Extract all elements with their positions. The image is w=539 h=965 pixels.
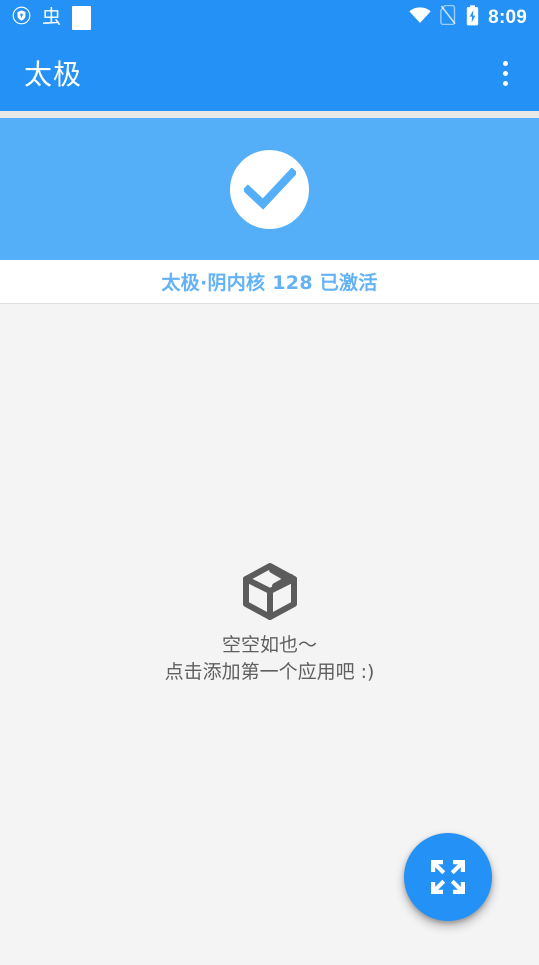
activation-status-label[interactable]: 太极·阴内核 128 已激活 xyxy=(0,260,539,304)
shield-security-icon xyxy=(12,6,31,30)
wifi-icon xyxy=(409,6,431,29)
status-bar: 虫 8:09 xyxy=(0,0,539,35)
empty-state-line-2: 点击添加第一个应用吧 :) xyxy=(164,661,375,683)
overflow-dot xyxy=(502,70,508,76)
empty-state: 空空如也～ 点击添加第一个应用吧 :) xyxy=(0,560,539,686)
status-bar-clock: 8:09 xyxy=(488,7,527,28)
add-app-fab[interactable] xyxy=(404,833,492,921)
bug-icon: 虫 xyxy=(42,6,62,28)
appbar-divider xyxy=(0,111,539,118)
overflow-menu-button[interactable] xyxy=(493,51,517,95)
status-bar-right-icons: 8:09 xyxy=(409,4,527,31)
fullscreen-expand-icon xyxy=(428,857,468,897)
battery-charging-icon xyxy=(466,4,479,31)
overflow-dot xyxy=(502,80,508,86)
open-box-icon xyxy=(239,560,301,622)
blank-notification-icon xyxy=(72,5,92,30)
check-circle-icon xyxy=(230,149,309,229)
status-bar-left-icons: 虫 xyxy=(12,5,92,30)
status-badge: 太极·阴内核 128 已激活 xyxy=(161,272,378,294)
no-sim-icon xyxy=(440,4,457,30)
overflow-dot xyxy=(502,60,508,66)
app-bar: 太极 xyxy=(0,35,539,111)
activation-status-banner[interactable] xyxy=(0,118,539,260)
page-title: 太极 xyxy=(24,58,83,91)
app-screen: 虫 8:09 太极 太极·阴内核 128 已激活 空空如也～ 点击添加第一个应用… xyxy=(0,0,539,965)
empty-state-line-1: 空空如也～ xyxy=(221,634,317,656)
